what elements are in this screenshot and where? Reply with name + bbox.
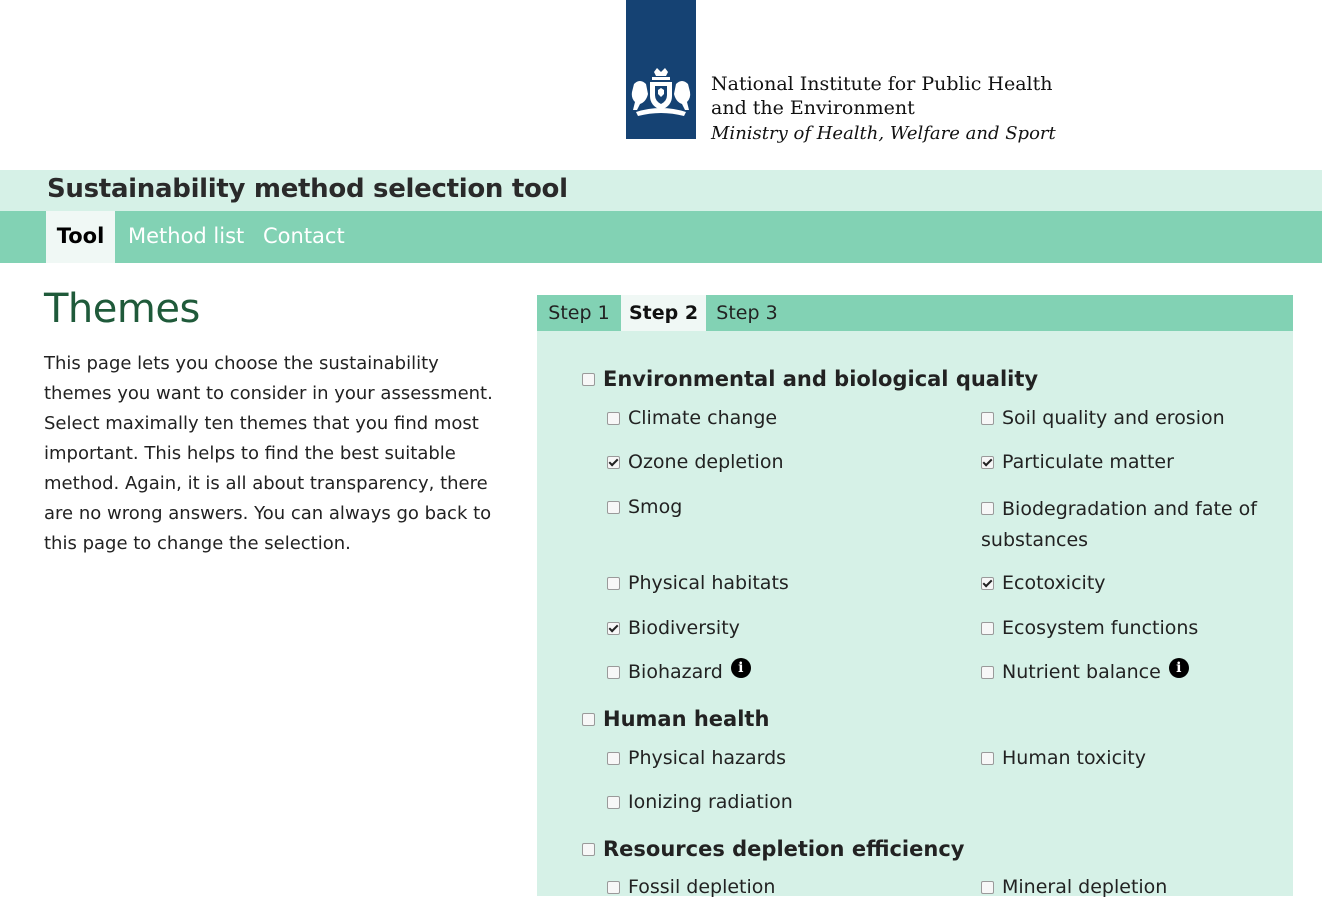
info-icon[interactable]: i <box>1168 658 1189 678</box>
checkbox-icon[interactable] <box>981 751 994 765</box>
option-particulate-matter[interactable]: Particulate matter <box>981 451 1174 473</box>
checkbox-icon[interactable] <box>582 842 595 856</box>
option-soil-quality[interactable]: Soil quality and erosion <box>981 407 1225 429</box>
option-label: Biodegradation and fate of substances <box>981 498 1257 551</box>
option-ecosystem-functions[interactable]: Ecosystem functions <box>981 617 1198 639</box>
checkbox-icon[interactable] <box>981 665 994 679</box>
option-label: Particulate matter <box>1002 451 1174 473</box>
main-nav: Tool Method list Contact <box>0 211 1322 263</box>
checkbox-icon[interactable] <box>607 795 620 809</box>
option-label: Nutrient balance <box>1002 661 1161 683</box>
checkbox-icon[interactable] <box>582 712 595 726</box>
category-label: Resources depletion efficiency <box>603 837 965 861</box>
option-smog[interactable]: Smog <box>607 496 682 518</box>
option-label: Physical habitats <box>628 572 789 594</box>
royal-crest-icon <box>631 68 691 116</box>
info-icon[interactable]: i <box>730 658 751 678</box>
option-biodiversity[interactable]: Biodiversity <box>607 617 740 639</box>
nav-tool[interactable]: Tool <box>46 211 115 263</box>
category-label: Human health <box>603 707 770 731</box>
option-label: Biohazard <box>628 661 723 683</box>
steps-tabs: Step 1 Step 2 Step 3 <box>537 295 1293 331</box>
option-physical-habitats[interactable]: Physical habitats <box>607 572 789 594</box>
intro-text: This page lets you choose the sustainabi… <box>44 353 493 554</box>
organization-name: National Institute for Public Health and… <box>711 72 1056 147</box>
category-resources[interactable]: Resources depletion efficiency <box>582 837 964 861</box>
site-title[interactable]: Sustainability method selection tool <box>47 174 568 204</box>
option-label: Fossil depletion <box>628 876 776 898</box>
nav-method-list[interactable]: Method list <box>128 211 244 263</box>
themes-panel: Environmental and biological quality Cli… <box>537 331 1293 898</box>
org-line-1: National Institute for Public Health <box>711 73 1053 95</box>
checkbox-icon[interactable] <box>981 880 994 894</box>
checkbox-icon[interactable] <box>981 576 994 590</box>
option-label: Ecotoxicity <box>1002 572 1106 594</box>
tab-step-3[interactable]: Step 3 <box>706 295 788 331</box>
org-ministry: Ministry of Health, Welfare and Sport <box>711 123 1056 144</box>
option-nutrient-balance[interactable]: Nutrient balance i <box>981 658 1189 683</box>
option-label: Human toxicity <box>1002 747 1146 769</box>
title-band: Sustainability method selection tool <box>0 170 1322 211</box>
tab-step-2[interactable]: Step 2 <box>621 295 706 331</box>
tab-step-1[interactable]: Step 1 <box>537 295 621 331</box>
checkbox-icon[interactable] <box>607 880 620 894</box>
option-label: Ionizing radiation <box>628 791 793 813</box>
checkbox-icon[interactable] <box>981 501 994 515</box>
checkbox-icon[interactable] <box>607 500 620 514</box>
logo-bar[interactable] <box>626 0 696 139</box>
checkbox-icon[interactable] <box>981 455 994 469</box>
checkbox-icon[interactable] <box>582 372 595 386</box>
option-fossil-depletion[interactable]: Fossil depletion <box>607 876 775 898</box>
nav-contact[interactable]: Contact <box>263 211 345 263</box>
checkbox-icon[interactable] <box>607 455 620 469</box>
category-environmental[interactable]: Environmental and biological quality <box>582 367 1038 391</box>
checkbox-icon[interactable] <box>607 665 620 679</box>
option-ionizing-radiation[interactable]: Ionizing radiation <box>607 791 793 813</box>
org-line-2: and the Environment <box>711 97 915 119</box>
option-label: Smog <box>628 496 683 518</box>
option-label: Physical hazards <box>628 747 787 769</box>
option-label: Mineral depletion <box>1002 876 1168 898</box>
checkbox-icon[interactable] <box>981 411 994 425</box>
checkbox-icon[interactable] <box>607 411 620 425</box>
option-biodegradation[interactable]: Biodegradation and fate of substances <box>981 494 1271 556</box>
option-climate-change[interactable]: Climate change <box>607 407 777 429</box>
option-label: Biodiversity <box>628 617 740 639</box>
category-label: Environmental and biological quality <box>603 367 1039 391</box>
option-physical-hazards[interactable]: Physical hazards <box>607 747 786 769</box>
checkbox-icon[interactable] <box>607 751 620 765</box>
checkbox-icon[interactable] <box>607 576 620 590</box>
category-human-health[interactable]: Human health <box>582 707 769 731</box>
option-human-toxicity[interactable]: Human toxicity <box>981 747 1146 769</box>
page-heading: Themes <box>44 286 200 332</box>
option-mineral-depletion[interactable]: Mineral depletion <box>981 876 1167 898</box>
option-ozone-depletion[interactable]: Ozone depletion <box>607 451 784 473</box>
option-label: Soil quality and erosion <box>1002 407 1225 429</box>
option-ecotoxicity[interactable]: Ecotoxicity <box>981 572 1106 594</box>
option-label: Ecosystem functions <box>1002 617 1199 639</box>
option-label: Climate change <box>628 407 778 429</box>
checkbox-icon[interactable] <box>981 621 994 635</box>
option-label: Ozone depletion <box>628 451 784 473</box>
option-biohazard[interactable]: Biohazard i <box>607 658 751 683</box>
checkbox-icon[interactable] <box>607 621 620 635</box>
